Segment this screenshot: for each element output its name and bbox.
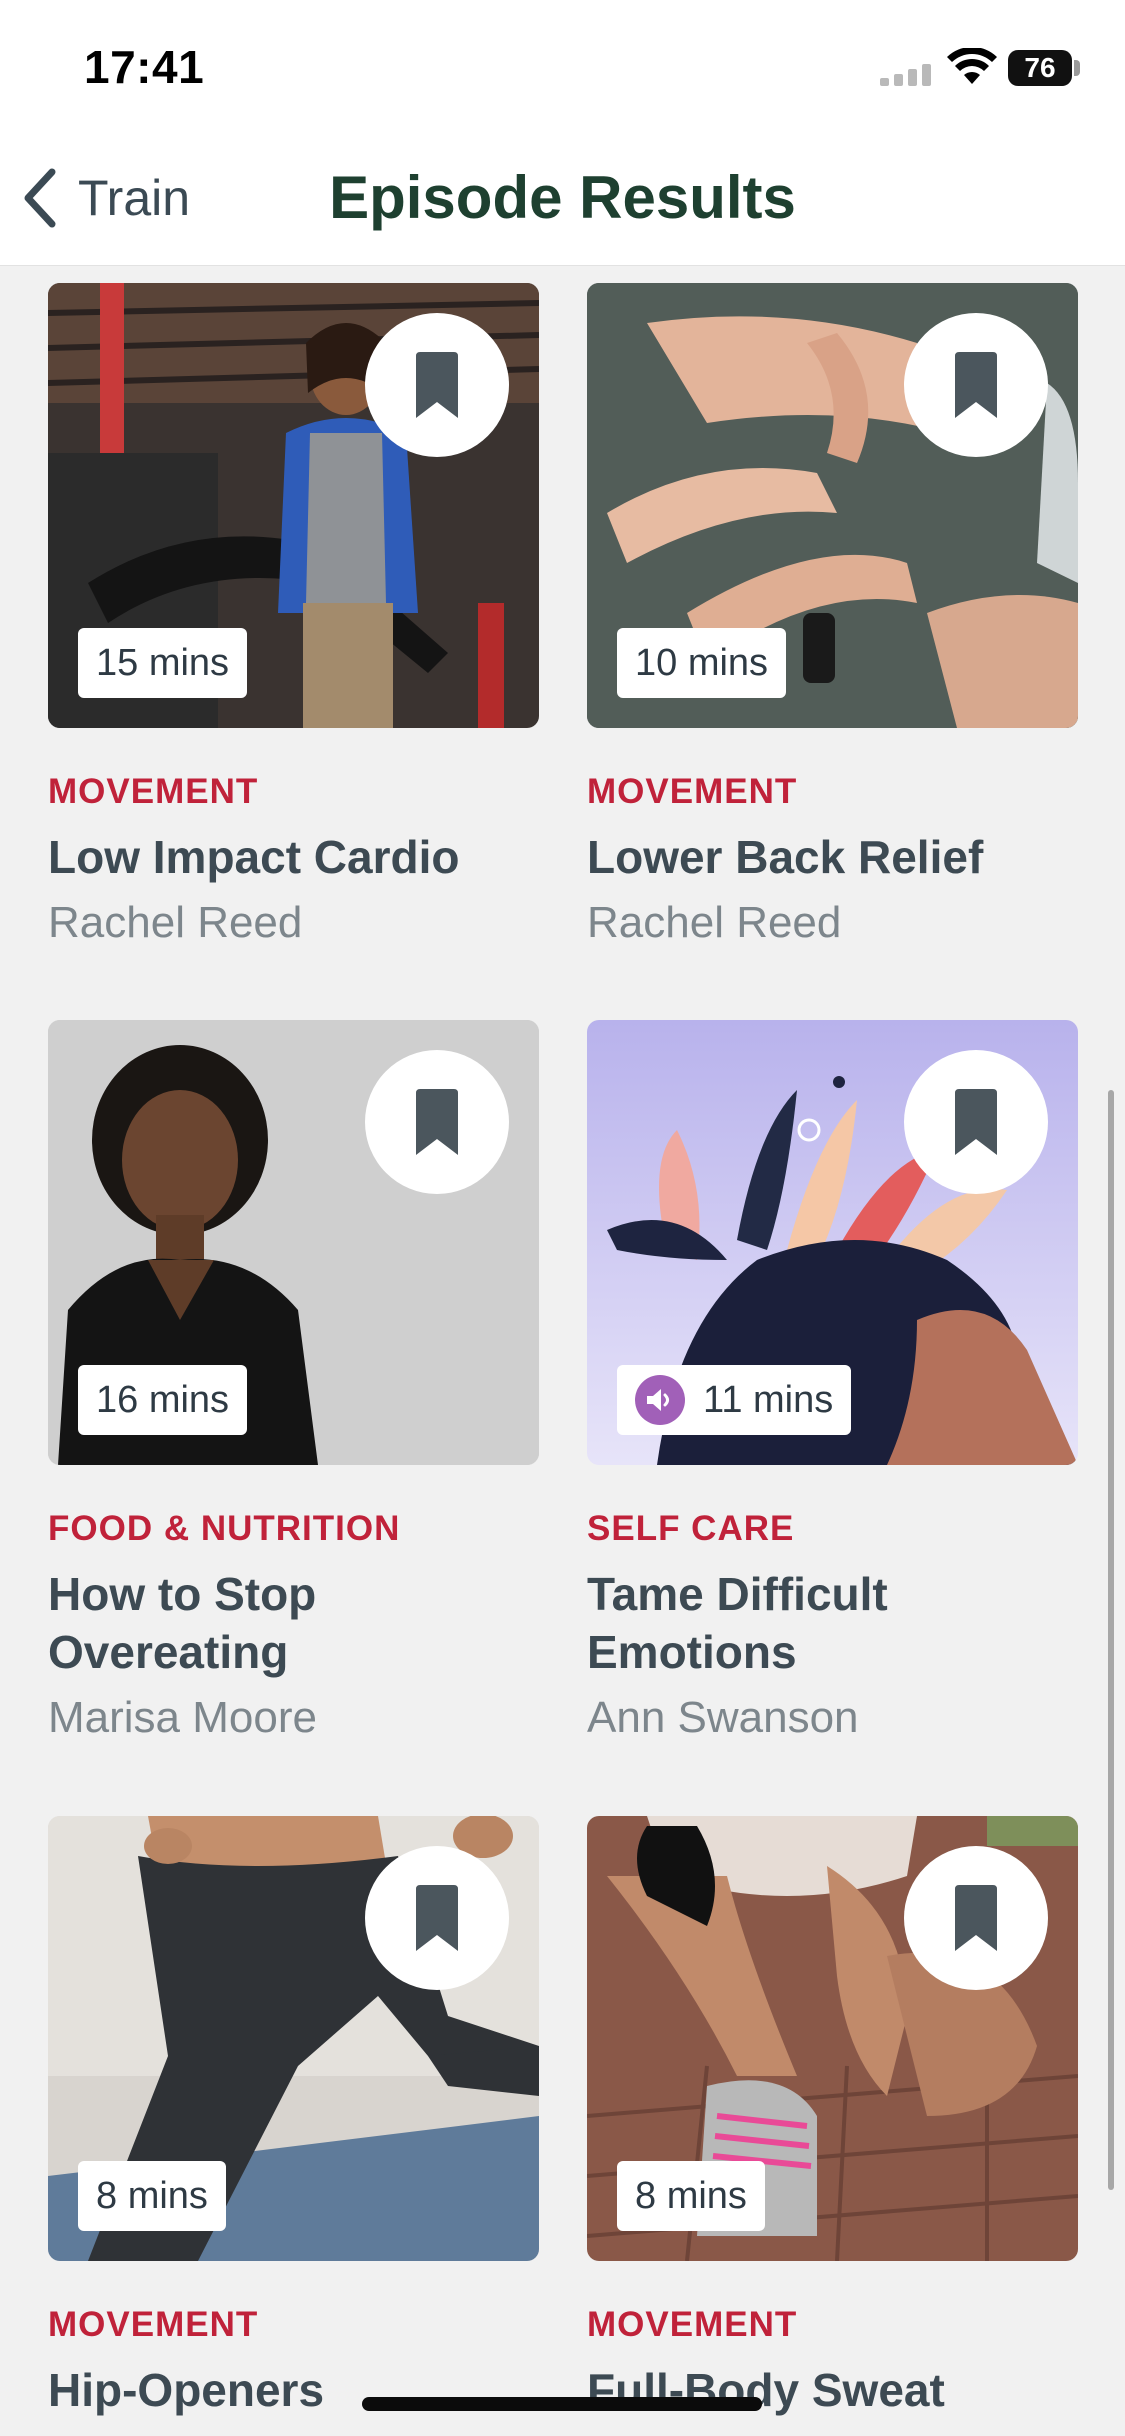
bookmark-button[interactable] (904, 1846, 1048, 1990)
bookmark-button[interactable] (365, 1050, 509, 1194)
episode-thumbnail[interactable]: 8 mins (587, 1816, 1078, 2261)
episode-category: MOVEMENT (48, 2305, 259, 2344)
episode-author: Ann Swanson (587, 1693, 859, 1742)
episode-card[interactable]: 10 mins MOVEMENT Lower Back Relief Rache… (587, 283, 1078, 948)
episode-card[interactable]: 8 mins MOVEMENT Full-Body Sweat (587, 1816, 1078, 2419)
bookmark-icon (955, 1089, 997, 1155)
battery-icon: 76 (1008, 50, 1072, 86)
episode-thumbnail[interactable]: 11 mins (587, 1020, 1078, 1465)
episode-title[interactable]: Lower Back Relief (587, 828, 1078, 886)
battery-tip (1074, 60, 1080, 76)
episode-thumbnail[interactable]: 16 mins (48, 1020, 539, 1465)
episode-title[interactable]: How to Stop Overeating (48, 1565, 539, 1681)
episode-category: MOVEMENT (48, 772, 259, 811)
episode-card[interactable]: 16 mins FOOD & NUTRITION How to Stop Ove… (48, 1020, 539, 1743)
episode-title[interactable]: Tame Difficult Emotions (587, 1565, 1078, 1681)
episode-category: MOVEMENT (587, 772, 798, 811)
duration-badge: 15 mins (78, 628, 248, 698)
duration-badge: 8 mins (617, 2161, 765, 2231)
bookmark-button[interactable] (904, 1050, 1048, 1194)
wifi-icon (947, 48, 997, 84)
duration-label: 8 mins (96, 2174, 208, 2217)
duration-badge: 16 mins (78, 1365, 248, 1435)
duration-label: 16 mins (96, 1378, 230, 1421)
bookmark-button[interactable] (365, 313, 509, 457)
episode-card[interactable]: 15 mins MOVEMENT Low Impact Cardio Rache… (48, 283, 539, 948)
bookmark-icon (416, 1885, 458, 1951)
episode-author: Rachel Reed (48, 898, 303, 947)
episode-category: FOOD & NUTRITION (48, 1509, 401, 1548)
bookmark-icon (955, 352, 997, 418)
page-title: Episode Results (329, 164, 796, 231)
bookmark-button[interactable] (365, 1846, 509, 1990)
status-time: 17:41 (84, 41, 205, 93)
audio-icon (635, 1375, 685, 1425)
duration-badge: 8 mins (78, 2161, 226, 2231)
episode-card[interactable]: 8 mins MOVEMENT Hip-Openers (48, 1816, 539, 2419)
episode-thumbnail[interactable]: 8 mins (48, 1816, 539, 2261)
bookmark-icon (416, 352, 458, 418)
status-bar: 17:41 76 (0, 0, 1125, 130)
bookmark-icon (955, 1885, 997, 1951)
scrollbar[interactable] (1108, 1090, 1114, 2190)
duration-label: 15 mins (96, 641, 230, 684)
duration-badge: 10 mins (617, 628, 787, 698)
episode-author: Rachel Reed (587, 898, 842, 947)
duration-label: 8 mins (635, 2174, 747, 2217)
signal-icon (880, 64, 931, 86)
episode-title[interactable]: Low Impact Cardio (48, 828, 539, 886)
episode-thumbnail[interactable]: 10 mins (587, 283, 1078, 728)
battery-level: 76 (1024, 52, 1056, 83)
home-indicator[interactable] (362, 2397, 762, 2411)
episode-author: Marisa Moore (48, 1693, 317, 1742)
episode-category: MOVEMENT (587, 2305, 798, 2344)
episode-category: SELF CARE (587, 1509, 795, 1548)
duration-label: 10 mins (635, 641, 769, 684)
duration-label: 11 mins (703, 1378, 834, 1421)
nav-bar: Train Episode Results (0, 130, 1125, 266)
episode-thumbnail[interactable]: 15 mins (48, 283, 539, 728)
bookmark-button[interactable] (904, 313, 1048, 457)
bookmark-icon (416, 1089, 458, 1155)
episode-grid[interactable]: 15 mins MOVEMENT Low Impact Cardio Rache… (0, 266, 1125, 2436)
episode-card[interactable]: 11 mins SELF CARE Tame Difficult Emotion… (587, 1020, 1078, 1743)
duration-badge: 11 mins (617, 1365, 852, 1435)
